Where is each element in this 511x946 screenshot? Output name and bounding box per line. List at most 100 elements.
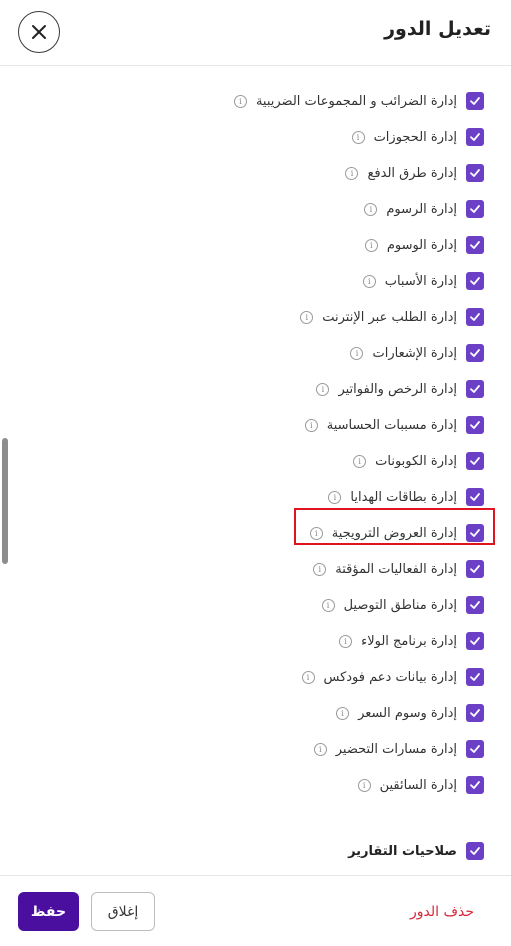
permission-label: إدارة السائقين	[379, 777, 457, 793]
permission-row: إدارة الأسباب i	[4, 263, 484, 299]
permission-row: إدارة الرخص والفواتير i	[4, 371, 484, 407]
close-button[interactable]	[18, 11, 60, 53]
info-icon[interactable]: i	[313, 562, 327, 576]
permission-row: إدارة الكوبونات i	[4, 443, 484, 479]
permission-checkbox[interactable]	[466, 704, 484, 722]
close-icon	[32, 25, 46, 39]
permission-row: إدارة الحجوزات i	[4, 119, 484, 155]
permission-row: إدارة السائقين i	[4, 767, 484, 803]
info-icon[interactable]: i	[353, 454, 367, 468]
permission-label: إدارة مسارات التحضير	[335, 741, 457, 757]
info-icon[interactable]: i	[321, 598, 335, 612]
permission-row: إدارة الوسوم i	[4, 227, 484, 263]
permission-checkbox[interactable]	[466, 164, 484, 182]
info-icon[interactable]: i	[300, 310, 314, 324]
permission-checkbox[interactable]	[466, 200, 484, 218]
check-icon	[470, 673, 480, 681]
permission-checkbox[interactable]	[466, 740, 484, 758]
info-icon[interactable]: i	[304, 418, 318, 432]
info-icon[interactable]: i	[364, 202, 378, 216]
permission-checkbox[interactable]	[466, 344, 484, 362]
permission-checkbox[interactable]	[466, 380, 484, 398]
check-icon	[470, 385, 480, 393]
info-icon[interactable]: i	[351, 130, 365, 144]
permission-label: إدارة الحجوزات	[373, 129, 457, 145]
info-icon[interactable]: i	[328, 490, 342, 504]
permission-label: إدارة مناطق التوصيل	[343, 597, 457, 613]
info-icon[interactable]: i	[357, 778, 371, 792]
check-icon	[470, 745, 480, 753]
page-title: تعديل الدور	[384, 18, 491, 40]
permission-checkbox[interactable]	[466, 128, 484, 146]
permission-row: إدارة مسارات التحضير i	[4, 731, 484, 767]
check-icon	[470, 97, 480, 105]
permission-label: إدارة برنامج الولاء	[361, 633, 457, 649]
permission-label: إدارة الطلب عبر الإنترنت	[322, 309, 457, 325]
permission-checkbox[interactable]	[466, 560, 484, 578]
permission-label: إدارة بطاقات الهدايا	[350, 489, 457, 505]
info-icon[interactable]: i	[313, 742, 327, 756]
permission-row: إدارة بطاقات الهدايا i	[4, 479, 484, 515]
permission-checkbox[interactable]	[466, 416, 484, 434]
check-icon	[470, 421, 480, 429]
check-icon	[470, 529, 480, 537]
permission-checkbox[interactable]	[466, 236, 484, 254]
permission-row: إدارة بيانات دعم فودكس i	[4, 659, 484, 695]
permission-row: إدارة العروض الترويجية i	[4, 515, 484, 551]
check-icon	[470, 847, 480, 855]
permission-checkbox[interactable]	[466, 596, 484, 614]
permission-label: إدارة الرخص والفواتير	[338, 381, 457, 397]
permission-checkbox[interactable]	[466, 452, 484, 470]
save-button[interactable]: حفظ	[18, 892, 79, 931]
info-icon[interactable]: i	[339, 634, 353, 648]
info-icon[interactable]: i	[345, 166, 359, 180]
info-icon[interactable]: i	[336, 706, 350, 720]
permission-label: إدارة الفعاليات المؤقتة	[335, 561, 457, 577]
permission-checkbox[interactable]	[466, 668, 484, 686]
permission-label: إدارة طرق الدفع	[367, 165, 457, 181]
permission-row: إدارة الضرائب و المجموعات الضريبية i	[4, 83, 484, 119]
permission-checkbox[interactable]	[466, 308, 484, 326]
check-icon	[470, 241, 480, 249]
delete-role-link[interactable]: حذف الدور	[410, 904, 474, 920]
info-icon[interactable]: i	[364, 238, 378, 252]
permission-label: إدارة الوسوم	[386, 237, 457, 253]
info-icon[interactable]: i	[316, 382, 330, 396]
info-icon[interactable]: i	[350, 346, 364, 360]
permission-row: إدارة الطلب عبر الإنترنت i	[4, 299, 484, 335]
permission-row: إدارة الإشعارات i	[4, 335, 484, 371]
permission-row: إدارة طرق الدفع i	[4, 155, 484, 191]
permission-checkbox[interactable]	[466, 632, 484, 650]
permission-checkbox[interactable]	[466, 488, 484, 506]
permission-checkbox[interactable]	[466, 524, 484, 542]
info-icon[interactable]: i	[362, 274, 376, 288]
permission-checkbox[interactable]	[466, 272, 484, 290]
permission-label: إدارة العروض الترويجية	[331, 525, 457, 541]
check-icon	[470, 709, 480, 717]
check-icon	[470, 457, 480, 465]
permission-row: إدارة الرسوم i	[4, 191, 484, 227]
check-icon	[470, 133, 480, 141]
permission-checkbox[interactable]	[466, 92, 484, 110]
permission-row: إدارة الفعاليات المؤقتة i	[4, 551, 484, 587]
permissions-scroll-area[interactable]: إدارة الضرائب و المجموعات الضريبية i إدارة…	[0, 67, 511, 875]
info-icon[interactable]: i	[233, 94, 247, 108]
reports-section-checkbox[interactable]	[466, 842, 484, 860]
check-icon	[470, 493, 480, 501]
permission-label: إدارة الأسباب	[384, 273, 457, 289]
permission-label: إدارة الإشعارات	[372, 345, 457, 361]
info-icon[interactable]: i	[309, 526, 323, 540]
permission-label: إدارة الرسوم	[386, 201, 457, 217]
check-icon	[470, 601, 480, 609]
info-icon[interactable]: i	[301, 670, 315, 684]
check-icon	[470, 565, 480, 573]
scrollbar-thumb[interactable]	[2, 438, 8, 564]
permission-checkbox[interactable]	[466, 776, 484, 794]
close-text-button[interactable]: إغلاق	[91, 892, 155, 931]
permission-row: إدارة مسببات الحساسية i	[4, 407, 484, 443]
check-icon	[470, 313, 480, 321]
reports-section-row: صلاحيات التقارير	[4, 833, 484, 869]
permission-row: إدارة برنامج الولاء i	[4, 623, 484, 659]
check-icon	[470, 205, 480, 213]
permission-label: إدارة بيانات دعم فودكس	[323, 669, 458, 685]
